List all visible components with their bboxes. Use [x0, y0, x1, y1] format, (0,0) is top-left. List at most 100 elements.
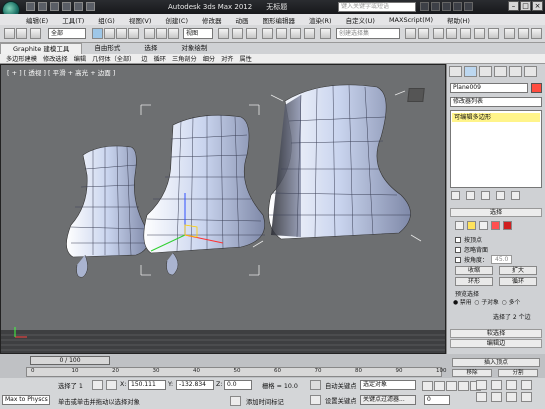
stack-item-editable-poly[interactable]: 可编辑多边形 [452, 113, 540, 122]
orbit-icon[interactable] [506, 392, 517, 402]
maximize-button[interactable]: □ [520, 1, 531, 11]
pin-stack-icon[interactable] [451, 191, 460, 200]
motion-tab-icon[interactable] [494, 66, 507, 77]
link-icon[interactable] [30, 28, 41, 39]
rectangle-selection-icon[interactable] [116, 28, 127, 39]
redo-icon[interactable] [74, 2, 83, 11]
autokey-label[interactable]: 自动关键点 [325, 381, 356, 390]
menu-views[interactable]: 视图(V) [129, 15, 152, 25]
remove-button[interactable]: 移除 [452, 369, 492, 377]
object-color-swatch[interactable] [531, 83, 542, 93]
undo-icon[interactable] [62, 2, 71, 11]
menu-create[interactable]: 创建(C) [165, 15, 188, 25]
rendered-frame-icon[interactable] [518, 28, 529, 39]
preview-subobject-radio[interactable]: ○ 子对象 [475, 297, 499, 306]
go-to-start-icon[interactable] [422, 381, 433, 391]
viewport-label[interactable]: [ + ] [ 透视 ] [ 平滑 + 高光 + 边面 ] [7, 67, 115, 77]
search-icon[interactable] [420, 2, 429, 11]
project-folder-icon[interactable] [86, 2, 95, 11]
selection-filter-dropdown[interactable]: 全部 [48, 28, 86, 39]
align-icon[interactable] [418, 28, 429, 39]
display-tab-icon[interactable] [509, 66, 522, 77]
snaps-toggle-icon[interactable] [262, 28, 273, 39]
tab-freeform[interactable]: 自由形式 [82, 43, 132, 54]
minimize-button[interactable]: – [508, 1, 519, 11]
panel-triangulation[interactable]: 三角剖分 [172, 54, 197, 63]
layer-manager-icon[interactable] [433, 28, 444, 39]
menu-rendering[interactable]: 渲染(R) [309, 15, 332, 25]
panel-modify-selection[interactable]: 修改选择 [43, 54, 68, 63]
set-key-icon[interactable] [310, 395, 321, 405]
undo-icon[interactable] [4, 28, 15, 39]
panel-properties[interactable]: 属性 [239, 54, 251, 63]
scale-icon[interactable] [168, 28, 179, 39]
zoom-all-icon[interactable] [491, 380, 502, 390]
menu-maxscript[interactable]: MAXScript(M) [389, 16, 433, 24]
object-name-field[interactable]: Plane009 [450, 83, 528, 93]
window-crossing-icon[interactable] [128, 28, 139, 39]
edit-named-selection-icon[interactable] [320, 28, 331, 39]
angle-snap-icon[interactable] [276, 28, 287, 39]
help-icon[interactable] [464, 2, 473, 11]
menu-graph-editors[interactable]: 图形编辑器 [263, 15, 296, 25]
preview-multi-radio[interactable]: ○ 多个 [502, 297, 521, 306]
remove-modifier-icon[interactable] [496, 191, 505, 200]
modifier-stack[interactable]: 可编辑多边形 [450, 110, 542, 188]
menu-edit[interactable]: 编辑(E) [26, 15, 48, 25]
angle-value-field[interactable]: 45.0 [491, 255, 513, 264]
maximize-viewport-icon[interactable] [521, 392, 532, 402]
tab-graphite-modeling[interactable]: Graphite 建模工具 [0, 42, 83, 55]
save-file-icon[interactable] [50, 2, 59, 11]
rotate-icon[interactable] [156, 28, 167, 39]
mesh-object-3[interactable] [252, 84, 422, 248]
named-selection-dropdown[interactable]: 创建选择集 [336, 28, 400, 39]
checkbox-icon[interactable] [455, 246, 461, 253]
zoom-icon[interactable] [476, 380, 487, 390]
edge-level-icon[interactable] [467, 221, 476, 230]
move-icon[interactable] [144, 28, 155, 39]
subscription-icon[interactable] [431, 2, 440, 11]
menu-tools[interactable]: 工具(T) [62, 15, 84, 25]
preview-off-radio[interactable]: ● 禁用 [453, 297, 472, 306]
polygon-level-icon[interactable] [491, 221, 500, 230]
insert-vertex-button[interactable]: 插入顶点 [452, 358, 540, 367]
panel-subdivision[interactable]: 细分 [203, 54, 215, 63]
time-slider[interactable]: 0 / 100 [30, 356, 110, 365]
configure-sets-icon[interactable] [511, 191, 520, 200]
mirror-icon[interactable] [405, 28, 416, 39]
element-level-icon[interactable] [503, 221, 512, 230]
pivot-center-icon[interactable] [218, 28, 229, 39]
modify-tab-icon[interactable] [464, 66, 477, 77]
render-teapot-icon[interactable] [531, 28, 542, 39]
current-frame-field[interactable]: 0 [424, 395, 450, 405]
ignore-backfacing-checkbox[interactable]: 忽略背面 [455, 245, 488, 254]
help-search-input[interactable]: 键入关键字或短语 [338, 2, 416, 12]
edit-edges-rollout-header[interactable]: 编辑边 [450, 339, 542, 348]
viewcube-icon[interactable] [407, 88, 425, 102]
select-manipulate-icon[interactable] [232, 28, 243, 39]
panel-edit[interactable]: 编辑 [74, 54, 86, 63]
zoom-extents-icon[interactable] [506, 380, 517, 390]
mesh-object-2[interactable] [140, 104, 265, 276]
y-coordinate-field[interactable]: -132.834 [176, 380, 214, 390]
menu-animation[interactable]: 动画 [236, 15, 249, 25]
maxscript-listener[interactable]: Max to Physcs [2, 395, 50, 405]
utilities-tab-icon[interactable] [524, 66, 537, 77]
keyboard-shortcut-icon[interactable] [246, 28, 257, 39]
selection-rollout-header[interactable]: 选择 [450, 208, 542, 217]
panel-loops[interactable]: 循环 [154, 54, 166, 63]
border-level-icon[interactable] [479, 221, 488, 230]
track-bar[interactable]: 0 10 20 30 40 50 60 70 80 90 100 [26, 367, 447, 377]
selected-object-dropdown[interactable]: 选定对象 [360, 380, 416, 390]
show-end-result-icon[interactable] [466, 191, 475, 200]
communication-icon[interactable] [442, 2, 451, 11]
shrink-button[interactable]: 收缩 [455, 266, 493, 275]
reference-coordinate-dropdown[interactable]: 视图 [183, 28, 213, 39]
create-tab-icon[interactable] [449, 66, 462, 77]
panel-edges[interactable]: 边 [141, 54, 147, 63]
previous-frame-icon[interactable] [434, 381, 445, 391]
by-vertex-checkbox[interactable]: 按顶点 [455, 235, 482, 244]
panel-polygon-modeling[interactable]: 多边形建模 [6, 54, 37, 63]
perspective-viewport[interactable]: [ + ] [ 透视 ] [ 平滑 + 高光 + 边面 ] [0, 64, 446, 354]
play-icon[interactable] [446, 381, 457, 391]
